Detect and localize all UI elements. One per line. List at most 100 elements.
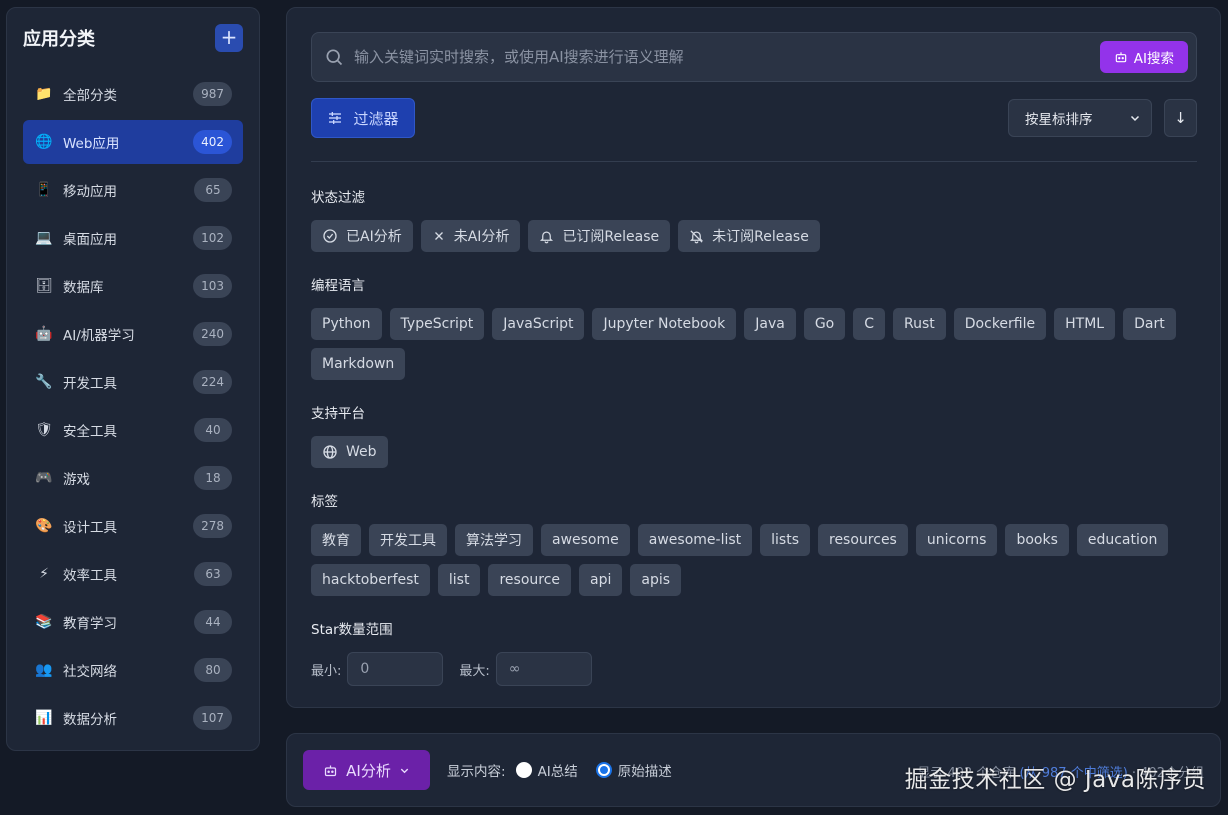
sidebar-item-label: 开发工具: [63, 376, 117, 392]
tag-filter-chip[interactable]: list: [437, 564, 481, 596]
language-filter-chip[interactable]: Jupyter Notebook: [592, 308, 737, 340]
filter-toggle-button[interactable]: 过滤器: [311, 98, 415, 138]
ai-search-label: AI搜索: [1133, 51, 1174, 67]
sidebar-item[interactable]: 📊 数据分析 107: [23, 696, 243, 740]
section-title: 标签: [311, 494, 338, 510]
language-filter-section: 编程语言 Python TypeScript JavaScript Jupyter N…: [311, 274, 1201, 380]
filter-label: 过滤器: [353, 109, 399, 128]
gamepad-icon: 🎮: [35, 470, 53, 486]
language-filter-chip[interactable]: Markdown: [311, 348, 406, 380]
tag-filter-chip[interactable]: unicorns: [915, 524, 998, 556]
sidebar-item[interactable]: 📁 全部分类 987: [23, 72, 243, 116]
language-filter-chip[interactable]: Go: [803, 308, 846, 340]
tag-filter-chip[interactable]: resources: [818, 524, 908, 556]
tag-filter-chip[interactable]: apis: [630, 564, 682, 596]
tag-filter-chip[interactable]: awesome-list: [637, 524, 753, 556]
sidebar-item-label: 安全工具: [63, 424, 117, 440]
language-filter-chip[interactable]: TypeScript: [389, 308, 485, 340]
section-title: 状态过滤: [311, 190, 365, 206]
status-filter-chip[interactable]: 已订阅Release: [528, 220, 671, 252]
mobile-phone-icon: 📱: [35, 182, 53, 198]
chip-label: unicorns: [926, 532, 987, 548]
sidebar-item-left: ⚡ 效率工具: [35, 564, 117, 584]
people-icon: 👥: [35, 662, 53, 678]
sidebar-item-left: 📊 数据分析: [35, 708, 117, 728]
status-filter-chip[interactable]: 未AI分析: [420, 220, 521, 252]
sidebar-item[interactable]: 🌐 Web应用 402: [23, 120, 243, 164]
sort-select[interactable]: 按星标排序: [1008, 99, 1152, 137]
tag-filter-chip[interactable]: 教育: [311, 524, 361, 556]
sidebar-item[interactable]: 🎨 设计工具 278: [23, 504, 243, 548]
language-filter-chip[interactable]: HTML: [1054, 308, 1116, 340]
sidebar-item[interactable]: 🎮 游戏 18: [23, 456, 243, 500]
chip-label: TypeScript: [400, 316, 474, 332]
sliders-icon: [329, 112, 342, 124]
tag-filter-chip[interactable]: 开发工具: [369, 524, 447, 556]
arrow-down-icon: ↓: [1174, 109, 1187, 127]
language-filter-chip[interactable]: Dart: [1123, 308, 1176, 340]
category-sidebar: 应用分类 + 📁 全部分类 987 🌐 Web应用 402 📱 移动应用 65 💻 桌面应用 102 🗄…: [6, 7, 260, 751]
sidebar-item-left: 🌐 Web应用: [35, 132, 119, 152]
lightning-icon: ⚡: [39, 566, 49, 582]
ai-analyze-button[interactable]: AI分析: [303, 750, 430, 790]
ai-search-button[interactable]: AI搜索: [1099, 41, 1188, 73]
chip-label: Markdown: [322, 356, 395, 372]
status-filter-chip[interactable]: 已AI分析: [311, 220, 413, 252]
chip-label: JavaScript: [503, 316, 574, 332]
radio-ai-summary-label: AI总结: [537, 764, 578, 780]
sort-direction-button[interactable]: ↓: [1164, 99, 1197, 137]
min-stars-input[interactable]: 0: [347, 652, 444, 686]
radio-ai-summary[interactable]: [515, 762, 532, 778]
sidebar-item-left: 👥 社交网络: [35, 660, 117, 680]
sidebar-item-left: 🛡 安全工具: [35, 420, 117, 440]
sidebar-item[interactable]: 🔧 开发工具 224: [23, 360, 243, 404]
chip-label: Dart: [1134, 316, 1165, 332]
tag-filter-chip[interactable]: awesome: [541, 524, 630, 556]
tag-filter-chip[interactable]: api: [579, 564, 623, 596]
tag-filter-chip[interactable]: education: [1076, 524, 1169, 556]
laptop-icon: 💻: [35, 230, 53, 246]
tag-chip-list: 教育 开发工具 算法学习 awesome awesome-list lists resour…: [311, 524, 1201, 596]
language-filter-chip[interactable]: JavaScript: [492, 308, 585, 340]
section-title: 编程语言: [311, 278, 365, 294]
max-stars-input[interactable]: ∞: [495, 652, 592, 686]
chip-label: 开发工具: [380, 533, 436, 549]
count-badge: 107: [193, 706, 232, 730]
tag-filter-chip[interactable]: books: [1005, 524, 1069, 556]
chip-label: apis: [641, 572, 671, 588]
status-filter-chip[interactable]: 未订阅Release: [678, 220, 820, 252]
chip-label: 已AI分析: [346, 229, 402, 245]
platform-filter-chip[interactable]: Web: [311, 436, 388, 468]
sidebar-item[interactable]: 📚 教育学习 44: [23, 600, 243, 644]
add-category-button[interactable]: +: [215, 24, 243, 52]
sidebar-item[interactable]: 💻 桌面应用 102: [23, 216, 243, 260]
radio-original-description[interactable]: [595, 762, 612, 778]
sidebar-item[interactable]: 👥 社交网络 80: [23, 648, 243, 692]
language-filter-chip[interactable]: C: [853, 308, 886, 340]
bar-chart-icon: 📊: [35, 710, 53, 726]
count-badge: 63: [194, 562, 232, 586]
sidebar-item[interactable]: ⚡ 效率工具 63: [23, 552, 243, 596]
sidebar-item-label: AI/机器学习: [63, 328, 135, 344]
sidebar-item[interactable]: 🤖 AI/机器学习 240: [23, 312, 243, 356]
tag-filter-chip[interactable]: resource: [488, 564, 572, 596]
tag-filter-chip[interactable]: lists: [760, 524, 810, 556]
chip-label: C: [864, 316, 875, 332]
language-filter-chip[interactable]: Python: [311, 308, 382, 340]
min-label: 最小:: [311, 663, 342, 679]
sidebar-item[interactable]: 🛡 安全工具 40: [23, 408, 243, 452]
tag-filter-chip[interactable]: 算法学习: [455, 524, 533, 556]
count-badge: 103: [193, 274, 232, 298]
chip-label: 算法学习: [466, 533, 522, 549]
sidebar-item[interactable]: 📱 移动应用 65: [23, 168, 243, 212]
language-filter-chip[interactable]: Dockerfile: [953, 308, 1047, 340]
language-filter-chip[interactable]: Rust: [893, 308, 946, 340]
sidebar-item-left: 🔧 开发工具: [35, 372, 117, 392]
tag-filter-chip[interactable]: hacktoberfest: [311, 564, 430, 596]
chip-label: resource: [499, 572, 561, 588]
sidebar-item[interactable]: 🗄 数据库 103: [23, 264, 243, 308]
search-input[interactable]: [354, 48, 1100, 66]
sidebar-item-label: 社交网络: [63, 664, 117, 680]
language-filter-chip[interactable]: Java: [744, 308, 796, 340]
chip-label: education: [1087, 532, 1158, 548]
